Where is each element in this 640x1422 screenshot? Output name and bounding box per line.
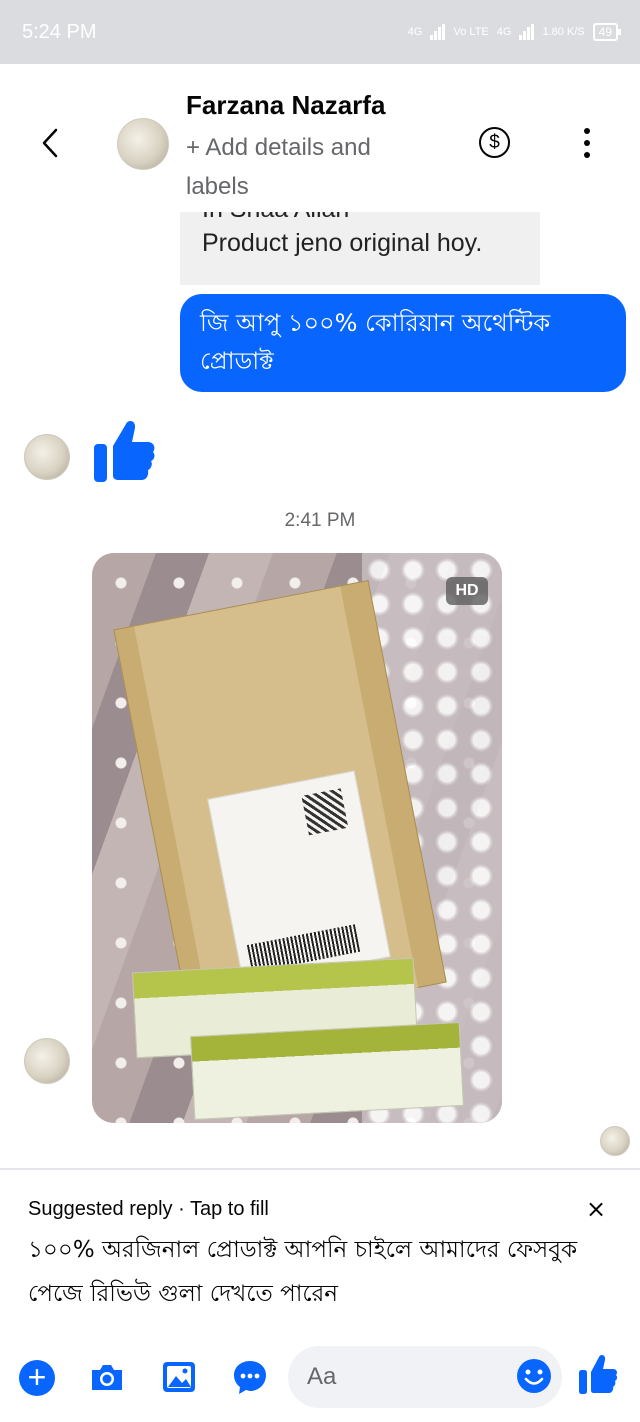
message-timestamp: 2:41 PM (284, 510, 356, 531)
composer-bar: + Aa (0, 1338, 640, 1422)
gallery-icon[interactable] (161, 1358, 197, 1396)
thumbs-up-message-icon[interactable] (92, 416, 156, 484)
battery-icon: 49 (592, 23, 622, 41)
battery-level: 49 (598, 25, 612, 39)
signal-icon (430, 24, 446, 40)
network-label-2: 4G (496, 26, 512, 38)
like-icon[interactable] (578, 1352, 618, 1396)
volte-label: Vo LTE (453, 26, 489, 38)
network-label-1: 4G (407, 26, 423, 38)
photo-attachment[interactable]: HD (92, 553, 502, 1123)
status-bar: 5:24 PM 4G Vo LTE 4G 1.80 K/S 49 (0, 0, 640, 64)
data-speed: 1.80 K/S (542, 26, 585, 38)
add-details-link[interactable]: + Add details and labels (186, 128, 436, 206)
dollar-icon[interactable]: $ (479, 127, 510, 158)
plus-icon[interactable]: + (19, 1360, 55, 1396)
hd-badge: HD (446, 577, 488, 605)
sender-avatar (24, 434, 70, 480)
contact-name[interactable]: Farzana Nazarfa (186, 90, 385, 121)
message-list[interactable]: In Shaa Allah Product jeno original hoy.… (0, 212, 640, 1168)
outgoing-message[interactable]: জি আপু ১০০% কোরিয়ান অথেন্টিক প্রোডাক্ট (180, 294, 626, 392)
camera-icon[interactable] (88, 1358, 126, 1396)
more-vertical-icon[interactable] (578, 128, 596, 158)
emoji-icon[interactable] (516, 1358, 552, 1394)
contact-avatar[interactable] (117, 118, 169, 170)
divider (0, 1168, 640, 1170)
status-time: 5:24 PM (22, 20, 97, 43)
photo-product-box (189, 1021, 465, 1121)
back-chevron-icon[interactable] (38, 126, 62, 160)
suggested-reply-header: Suggested reply · Tap to fill (28, 1198, 269, 1220)
chat-bubble-icon[interactable] (232, 1358, 268, 1396)
read-receipt-avatar (600, 1126, 630, 1156)
status-indicators: 4G Vo LTE 4G 1.80 K/S 49 (407, 23, 622, 41)
incoming-message[interactable]: In Shaa Allah Product jeno original hoy. (180, 212, 540, 285)
close-icon[interactable]: × (586, 1196, 606, 1222)
suggested-reply-text[interactable]: ১০০% অরজিনাল প্রোডাক্ট আপনি চাইলে আমাদের… (28, 1228, 628, 1316)
incoming-message-line: Product jeno original hoy. (202, 229, 483, 257)
sender-avatar (24, 1038, 70, 1084)
signal-icon-2 (519, 24, 535, 40)
conversation-header: Farzana Nazarfa + Add details and labels… (0, 64, 640, 212)
